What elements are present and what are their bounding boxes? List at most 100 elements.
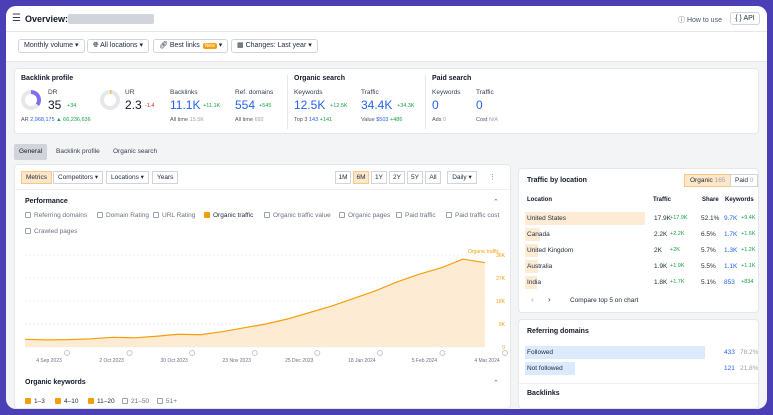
organic-toggle[interactable]: Organic 165 <box>684 174 732 187</box>
keyword-range-11-20[interactable]: 11–20 <box>88 398 115 405</box>
traffic-value: 2.2K <box>654 231 668 238</box>
chevron-up-icon[interactable]: ⌃ <box>493 198 499 206</box>
changes-dropdown[interactable]: ▦ Changes: Last year ▾ <box>231 39 318 53</box>
paid-toggle[interactable]: Paid 0 <box>730 174 758 187</box>
tab-backlink-profile[interactable]: Backlink profile <box>51 144 105 160</box>
performance-title: Performance <box>25 198 68 205</box>
paid-keywords-value[interactable]: 0 <box>432 98 439 112</box>
checkbox-domain-rating[interactable]: Domain Rating <box>97 212 149 219</box>
tab-organic-search[interactable]: Organic search <box>108 144 162 160</box>
locations-tab-dropdown[interactable]: Locations ▾ <box>106 171 149 184</box>
referring-value[interactable]: 121 <box>724 365 735 372</box>
annotation-marker[interactable] <box>251 350 258 356</box>
organic-traffic-value[interactable]: 34.4K <box>361 98 392 112</box>
checkbox-organic-pages[interactable]: Organic pages <box>339 212 390 219</box>
traffic-by-location-panel: Traffic by location Organic 165 Paid 0 L… <box>518 168 759 313</box>
annotation-marker[interactable] <box>439 350 446 356</box>
years-tab[interactable]: Years <box>152 171 179 184</box>
app-frame: ☰ Overview: ⓘ How to use { } API Monthly… <box>6 6 767 409</box>
traffic-value: 1.9K <box>654 263 668 270</box>
range-all[interactable]: All <box>425 171 441 184</box>
organic-traffic-area <box>25 259 485 347</box>
metrics-tab[interactable]: Metrics <box>21 171 52 184</box>
annotation-marker[interactable] <box>314 350 321 356</box>
best-links-dropdown[interactable]: 🔗︎ Best links New ▾ <box>153 39 229 53</box>
checkbox-box <box>55 398 61 404</box>
backlink-profile-title: Backlink profile <box>21 75 74 82</box>
checkbox-paid-traffic[interactable]: Paid traffic <box>396 212 436 219</box>
range-5y[interactable]: 5Y <box>407 171 423 184</box>
location-row[interactable]: United Kingdom 2K +2K 5.7% 1.3K +1.2K <box>519 243 758 258</box>
x-tick-label: 23 Nov 2023 <box>223 358 252 364</box>
checkbox-referring-domains[interactable]: Referring domains <box>25 212 87 219</box>
range-1m[interactable]: 1M <box>335 171 351 184</box>
chevron-down-icon: ▾ <box>308 42 312 49</box>
chevron-up-icon[interactable]: ⌃ <box>493 379 499 387</box>
annotation-marker[interactable] <box>64 350 70 356</box>
traffic-delta: +17.9K <box>670 215 688 221</box>
paid-search-title: Paid search <box>432 75 472 82</box>
competitors-dropdown[interactable]: Competitors ▾ <box>53 171 104 184</box>
referring-row[interactable]: Followed 433 78.2% <box>519 345 758 360</box>
more-options-icon[interactable]: ⋮ <box>489 173 496 181</box>
backlinks-value[interactable]: 11.1K <box>170 98 200 112</box>
menu-icon[interactable]: ☰ <box>12 14 21 24</box>
volume-dropdown[interactable]: Monthly volume ▾ <box>18 39 85 53</box>
range-2y[interactable]: 2Y <box>389 171 405 184</box>
location-row[interactable]: Australia 1.9K +1.9K 5.5% 1.1K +1.1K <box>519 259 758 274</box>
location-row[interactable]: Canada 2.2K +2.2K 6.5% 1.7K +1.6K <box>519 227 758 242</box>
annotation-marker[interactable] <box>126 350 133 356</box>
range-1y[interactable]: 1Y <box>371 171 387 184</box>
locations-dropdown[interactable]: 🌐︎ All locations ▾ <box>87 39 149 53</box>
filter-bar: Monthly volume ▾ 🌐︎ All locations ▾ 🔗︎ B… <box>6 32 767 62</box>
checkbox-crawled-pages[interactable]: Crawled pages <box>25 228 77 235</box>
chevron-down-icon: ▾ <box>74 42 79 49</box>
ref-domains-value[interactable]: 554 <box>235 98 255 112</box>
keyword-range-21-50[interactable]: 21–50 <box>122 398 149 405</box>
dr-value[interactable]: 35 <box>48 98 61 112</box>
ads-label: Ads <box>432 117 442 123</box>
checkbox-organic-traffic[interactable]: Organic traffic <box>204 212 253 219</box>
keyword-range-4-10[interactable]: 4–10 <box>55 398 78 405</box>
checkbox-organic-traffic-value[interactable]: Organic traffic value <box>264 212 331 219</box>
checkbox-box <box>25 228 31 234</box>
checkbox-url-rating[interactable]: URL Rating <box>153 212 195 219</box>
organic-traffic-label: Traffic <box>361 89 379 96</box>
keyword-range-1-3[interactable]: 1–3 <box>25 398 45 405</box>
cost-line: Cost N/A <box>476 117 498 123</box>
api-button[interactable]: { } API <box>730 12 760 25</box>
redacted-domain <box>68 14 154 24</box>
keywords-delta: +834 <box>741 279 754 285</box>
best-links-label: Best links <box>169 42 200 49</box>
tab-general[interactable]: General <box>14 144 48 160</box>
share-value: 5.1% <box>701 279 716 286</box>
interval-dropdown[interactable]: Daily ▾ <box>447 171 477 184</box>
location-row[interactable]: India 1.8K +1.7K 5.1% 853 +834 <box>519 275 758 290</box>
compare-top5-link[interactable]: Compare top 5 on chart <box>570 297 638 304</box>
organic-keywords-value[interactable]: 12.5K <box>294 98 325 112</box>
chevron-left-icon[interactable]: ‹ <box>531 295 534 304</box>
referring-value[interactable]: 433 <box>724 349 735 356</box>
annotation-marker[interactable] <box>376 350 383 356</box>
traffic-value: 1.8K <box>654 279 668 286</box>
paid-traffic-value[interactable]: 0 <box>476 98 483 112</box>
chevron-right-icon[interactable]: › <box>548 295 551 304</box>
share-value: 5.7% <box>701 247 716 254</box>
range-6m[interactable]: 6M <box>353 171 369 184</box>
ur-donut <box>100 90 120 110</box>
checkbox-label: URL Rating <box>162 212 196 219</box>
calendar-icon: ▦ <box>237 42 244 49</box>
annotation-marker[interactable] <box>502 350 508 356</box>
referring-row[interactable]: Not followed 121 21.8% <box>519 361 758 376</box>
checkbox-paid-traffic-cost[interactable]: Paid traffic cost <box>446 212 499 219</box>
checkbox-label: Paid traffic cost <box>455 212 500 219</box>
location-row[interactable]: United States 17.9K +17.9K 52.1% 9.7K +9.4K <box>519 211 758 226</box>
top-bar: ☰ Overview: ⓘ How to use { } API <box>6 6 767 32</box>
organic-keywords-delta: +12.5K <box>330 103 348 109</box>
how-to-use-link[interactable]: ⓘ How to use <box>678 15 722 25</box>
keyword-range-51[interactable]: 51+ <box>157 398 177 405</box>
checkbox-box <box>97 212 103 218</box>
share-value: 52.1% <box>701 215 720 222</box>
annotation-marker[interactable] <box>189 350 196 356</box>
ur-value[interactable]: 2.3 <box>125 98 142 112</box>
